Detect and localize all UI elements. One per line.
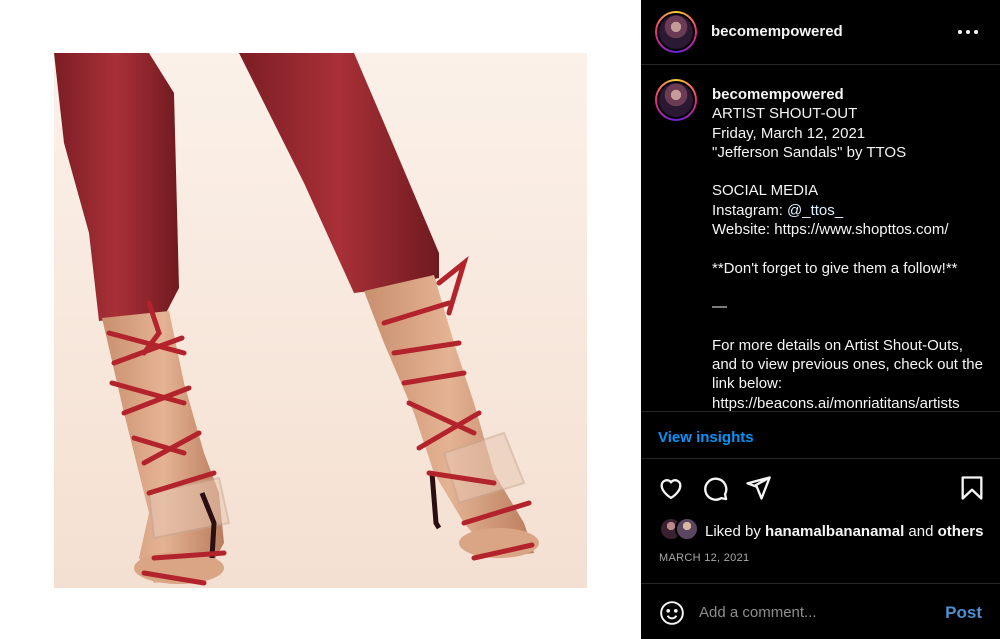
likes-joiner: and — [904, 523, 938, 540]
action-bar — [641, 468, 1000, 508]
header-username[interactable]: becomempowered — [711, 23, 843, 40]
instagram-label: Instagram: — [712, 201, 788, 219]
emoji-icon[interactable] — [659, 600, 685, 626]
caption-line: "Jefferson Sandals" by TTOS — [712, 143, 907, 161]
heart-icon[interactable] — [657, 474, 685, 502]
avatar[interactable] — [655, 11, 697, 53]
caption-line: Friday, March 12, 2021 — [712, 124, 866, 142]
website-line: Website: https://www.shopttos.com/ — [712, 221, 949, 239]
divider-line: — — [712, 298, 727, 316]
mention-link[interactable]: @_ttos_ — [787, 202, 843, 219]
caption-text: becomempowered ARTIST SHOUT-OUT Friday, M… — [712, 85, 992, 411]
comment-icon[interactable] — [701, 474, 729, 502]
follow-line: **Don't forget to give them a follow!** — [712, 259, 958, 277]
likes-row: Liked by hanamalbananamal and others — [641, 514, 1000, 548]
media-pane — [0, 0, 641, 639]
insights-bar: View insights — [641, 411, 1000, 459]
post-date[interactable]: MARCH 12, 2021 — [659, 552, 749, 564]
bookmark-icon[interactable] — [958, 474, 986, 502]
likes-text: Liked by hanamalbananamal and others — [705, 523, 983, 540]
liker-username[interactable]: hanamalbananamal — [765, 523, 904, 540]
more-horizontal-icon[interactable] — [956, 20, 980, 44]
likes-prefix: Liked by — [705, 523, 766, 540]
comment-bar: Post — [641, 583, 1000, 639]
caption-area: becomempowered ARTIST SHOUT-OUT Friday, M… — [641, 66, 1000, 411]
view-insights-link[interactable]: View insights — [658, 429, 754, 446]
post-photo-art — [54, 53, 539, 586]
post-button[interactable]: Post — [945, 603, 982, 623]
caption-username[interactable]: becomempowered — [712, 85, 992, 104]
likes-others[interactable]: others — [938, 523, 984, 540]
post-side-panel: becomempowered becomempowered ARTIST SHOU… — [641, 0, 1000, 639]
caption-line: ARTIST SHOUT-OUT — [712, 105, 858, 123]
paper-plane-icon[interactable] — [744, 474, 772, 502]
link-line: https://beacons.ai/monriatitans/artists — [712, 394, 960, 411]
caption-avatar[interactable] — [655, 79, 697, 121]
post-header: becomempowered — [641, 0, 1000, 65]
post-photo[interactable] — [54, 53, 587, 588]
liker-avatar[interactable] — [675, 517, 699, 541]
more-details-line: For more details on Artist Shout-Outs, a… — [712, 336, 983, 393]
caption-line: SOCIAL MEDIA — [712, 182, 819, 200]
comment-input[interactable] — [699, 598, 929, 626]
